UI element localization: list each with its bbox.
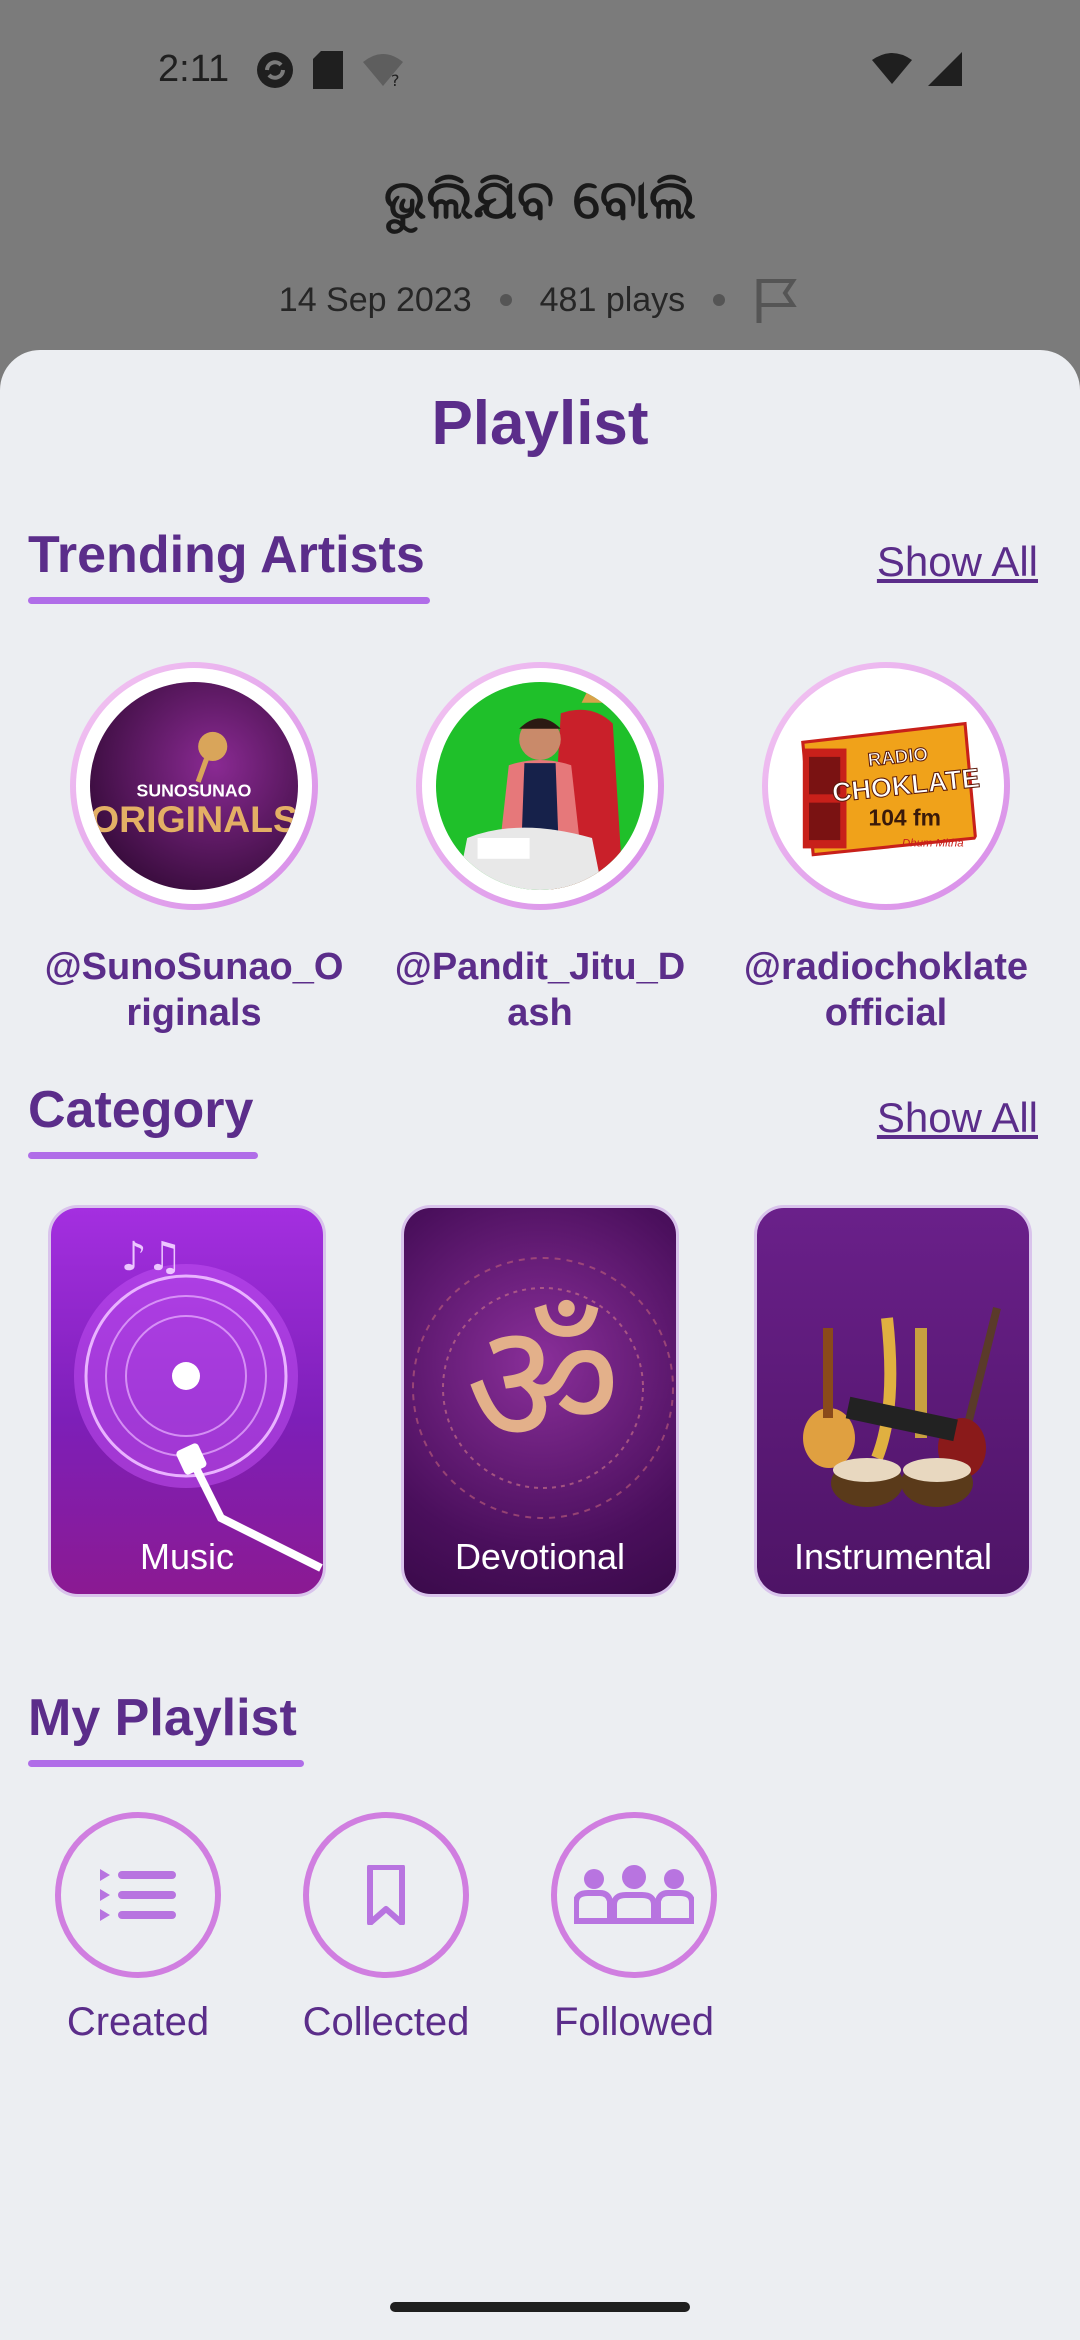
pandit-jitu-photo [436,682,644,890]
group-icon [574,1865,694,1924]
radio-choklate-logo: RADIO CHOKLATE 104 fm Dhum Mitha [801,721,982,857]
my-playlist-label: My Playlist [28,1689,297,1747]
artist-card-sunosunao[interactable]: SUNOSUNAO ORIGINALS @SunoSunao_Originals [44,662,344,1036]
microphone-icon: SUNOSUNAO ORIGINALS [90,731,298,840]
radiochoklate-logo: RADIO CHOKLATE 104 fm Dhum Mitha [782,682,990,890]
separator-dot [713,294,726,306]
playlist-label: Created [66,2000,210,2044]
artist-card-pandit-jitu[interactable]: @Pandit_Jitu_Dash [390,662,690,1036]
avatar-ring [416,662,664,910]
avatar-ring: SUNOSUNAO ORIGINALS [70,662,318,910]
heading-underline [28,1760,304,1767]
trending-artists-heading: Trending Artists [28,525,430,604]
sync-icon [257,52,293,88]
flag-icon[interactable] [753,275,801,325]
home-indicator[interactable] [390,2302,690,2312]
playlist-followed[interactable]: Followed [534,1812,734,2045]
category-heading: Category [28,1080,258,1159]
logo-tagline: Dhum Mitha [902,837,964,849]
trending-artists-label: Trending Artists [28,526,425,584]
person-photo [456,682,624,890]
sd-card-icon [313,51,343,89]
wifi-question-icon: ? [363,54,403,88]
svg-text:♪♫: ♪♫ [121,1234,182,1280]
wifi-icon [872,53,912,84]
trending-show-all-link[interactable]: Show All [877,538,1038,586]
bookmark-icon [367,1865,405,1925]
playlist-label: Followed [553,2000,715,2044]
status-bar: 2:11 ? [0,0,1080,140]
playlist-created[interactable]: Created [38,1812,238,2045]
playlist-sheet: Playlist Trending Artists Show All SUNOS… [0,350,1080,2340]
list-icon [100,1869,176,1921]
category-label: Instrumental [793,1536,993,1577]
my-playlist-heading: My Playlist [28,1688,304,1767]
artist-handle: @SunoSunao_Originals [44,946,344,1034]
status-icons-left: ? [255,50,405,90]
category-card-music[interactable]: ♪♫ Music [48,1205,326,1597]
status-time: 2:11 [158,48,230,90]
heading-underline [28,1152,258,1159]
logo-frequency: 104 fm [868,805,940,831]
separator-dot [499,294,512,306]
artist-card-radiochoklate[interactable]: RADIO CHOKLATE 104 fm Dhum Mitha @radioc… [736,662,1036,1036]
heading-underline [28,597,430,604]
avatar-ring: RADIO CHOKLATE 104 fm Dhum Mitha [762,662,1010,910]
playlist-label: Collected [302,2000,470,2044]
artist-handle: @radiochoklateofficial [743,946,1029,1034]
cell-signal-icon [928,52,962,86]
background-screen: 2:11 ? ଭୁଲିଯିବ ବୋଲି 14 Sep 2023 481 play… [0,0,1080,400]
track-date: 14 Sep 2023 [278,280,472,319]
track-title: ଭୁଲିଯିବ ବୋଲି [384,168,696,231]
sheet-title: Playlist [431,389,649,458]
category-card-devotional[interactable]: ॐ Devotional [401,1205,679,1597]
svg-text:ॐ: ॐ [465,1286,620,1484]
category-label: Devotional [454,1536,626,1577]
sunosunao-logo: SUNOSUNAO ORIGINALS [90,682,298,890]
svg-text:?: ? [391,71,400,88]
track-plays: 481 plays [539,280,686,319]
category-label: Category [28,1081,254,1139]
track-meta: 14 Sep 2023 481 plays [0,275,1080,325]
category-card-instrumental[interactable]: Instrumental [754,1205,1032,1597]
playlist-collected[interactable]: Collected [286,1812,486,2045]
category-label: Music [139,1536,234,1577]
category-show-all-link[interactable]: Show All [877,1094,1038,1142]
status-icons-right [870,52,962,86]
artist-handle: @Pandit_Jitu_Dash [394,946,686,1034]
logo-text-bottom: ORIGINALS [90,798,298,840]
